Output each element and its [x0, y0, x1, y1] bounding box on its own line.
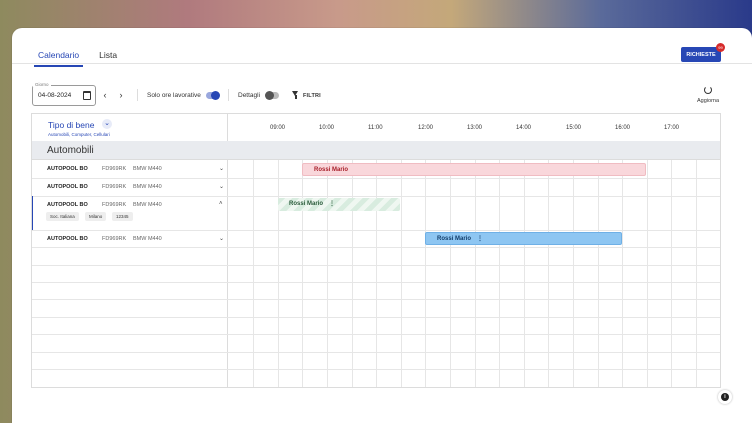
toolbar-divider	[137, 89, 138, 101]
hour-label: 11:00	[368, 125, 383, 131]
event-label: Rossi Mario	[314, 167, 349, 173]
hour-label: 16:00	[615, 125, 631, 131]
filter-button[interactable]: FILTRI	[303, 93, 321, 99]
asset-type-title[interactable]: Tipo di bene	[48, 120, 94, 130]
row-model: BMW M440	[133, 202, 162, 208]
info-icon: i	[721, 393, 729, 401]
kebab-menu-icon[interactable]: ⋮	[329, 198, 335, 211]
hour-label: 13:00	[467, 125, 483, 131]
date-value: 04-08-2024	[38, 92, 72, 99]
row-pool: AUTOPOOL BO	[47, 202, 88, 208]
chevron-right-icon[interactable]: ›	[116, 91, 126, 100]
row-model: BMW M440	[133, 184, 162, 190]
filter-icon-stem	[294, 95, 297, 99]
row-pool: AUTOPOOL BO	[47, 236, 88, 242]
view-tabs: Calendario Lista	[34, 48, 121, 67]
hour-label: 15:00	[566, 125, 582, 131]
working-hours-label: Solo ore lavorative	[147, 92, 201, 99]
chevron-down-icon[interactable]: ⌄	[219, 183, 224, 190]
date-field[interactable]: 04-08-2024	[32, 85, 96, 106]
chevron-down-icon[interactable]: ⌄	[219, 235, 224, 242]
detail-chip: 12345	[112, 212, 133, 221]
asset-type-subtitle: Automobili, Computer, Cellulari	[48, 132, 110, 137]
richieste-button[interactable]: RICHIESTE	[681, 47, 721, 62]
booking-event[interactable]: Rossi Mario ⋮	[425, 232, 622, 245]
hour-label: 14:00	[516, 125, 532, 131]
section-title: Automobili	[47, 145, 94, 156]
chevron-left-icon[interactable]: ‹	[100, 91, 110, 100]
row-pool: AUTOPOOL BO	[47, 166, 88, 172]
kebab-menu-icon[interactable]: ⋮	[477, 233, 483, 246]
working-hours-toggle[interactable]	[206, 91, 220, 100]
section-header: Automobili	[32, 141, 720, 160]
row-model: BMW M440	[133, 236, 162, 242]
selected-row-accent	[32, 196, 33, 230]
richieste-badge: 99	[716, 43, 725, 52]
app-window: Calendario Lista RICHIESTE 99 04-08-2024…	[12, 28, 752, 423]
calendar-icon[interactable]	[83, 91, 91, 100]
toolbar-divider	[228, 89, 229, 101]
hour-label: 17:00	[664, 125, 680, 131]
refresh-label[interactable]: Aggiorna	[697, 98, 719, 104]
detail-chip: Milano	[85, 212, 107, 221]
chevron-down-icon[interactable]: ⌄	[102, 119, 112, 129]
tab-calendario[interactable]: Calendario	[34, 48, 84, 67]
row-pool: AUTOPOOL BO	[47, 184, 88, 190]
row-plate: FD969RK	[102, 184, 127, 190]
row-model: BMW M440	[133, 166, 162, 172]
info-button[interactable]: i	[718, 390, 732, 404]
row-plate: FD969RK	[102, 236, 127, 242]
hour-label: 09:00	[270, 125, 286, 131]
scheduler-grid: Tipo di bene ⌄ Automobili, Computer, Cel…	[31, 113, 721, 388]
row-details: Soc. Italiana Milano 12345	[46, 212, 166, 222]
hour-label: 10:00	[319, 125, 335, 131]
tab-lista[interactable]: Lista	[95, 48, 121, 67]
chevron-down-icon[interactable]: ⌄	[219, 165, 224, 172]
hour-label: 12:00	[418, 125, 434, 131]
tab-divider	[12, 63, 752, 64]
row-plate: FD969RK	[102, 202, 127, 208]
event-label: Rossi Mario	[289, 201, 324, 207]
date-label: Giorno	[33, 82, 51, 87]
booking-event[interactable]: Rossi Mario ⋮	[278, 198, 400, 211]
row-plate: FD969RK	[102, 166, 127, 172]
booking-event[interactable]: Rossi Mario	[302, 163, 646, 176]
refresh-icon[interactable]	[704, 86, 712, 94]
details-toggle[interactable]	[265, 91, 279, 100]
details-label: Dettagli	[238, 92, 261, 99]
detail-chip: Soc. Italiana	[46, 212, 79, 221]
event-label: Rossi Mario	[437, 236, 472, 242]
chevron-up-icon[interactable]: ˄	[219, 201, 223, 207]
